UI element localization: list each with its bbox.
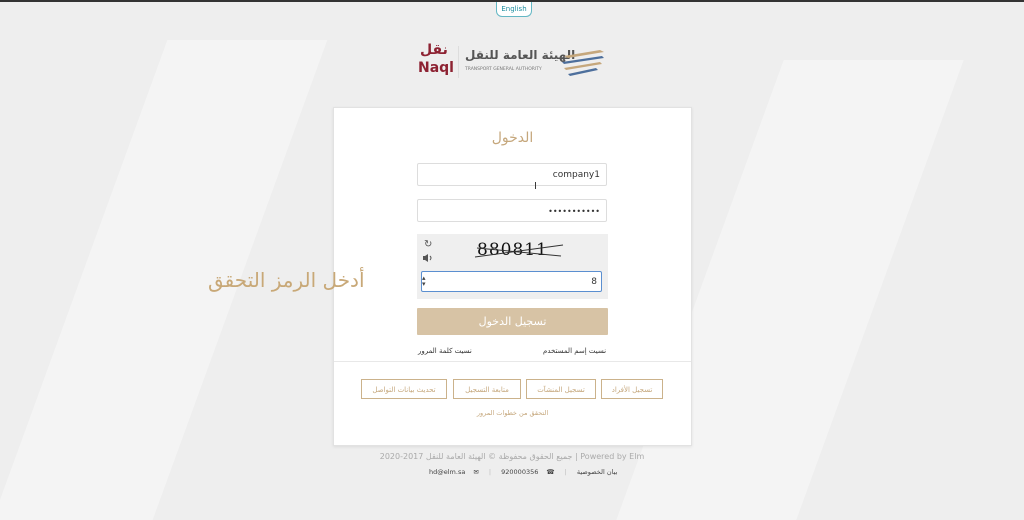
follow-up-registration-button[interactable]: متابعة التسجيل bbox=[453, 379, 521, 399]
naql-logo-english: Naql bbox=[418, 60, 454, 76]
captcha-hint-callout: أدخل الرمز التحقق bbox=[208, 268, 365, 292]
footer-separator: | bbox=[564, 468, 567, 476]
login-title: الدخول bbox=[491, 130, 534, 146]
verify-steps-link[interactable]: التحقق من خطوات المرور bbox=[334, 409, 691, 417]
forgot-password-link[interactable]: نسيت كلمة المرور bbox=[418, 347, 472, 355]
footer-separator: | bbox=[488, 468, 492, 476]
phone-icon: ☎ bbox=[546, 468, 555, 476]
logo-divider bbox=[458, 46, 459, 78]
password-input[interactable]: ••••••••••• bbox=[417, 199, 607, 222]
register-establishments-button[interactable]: تسجيل المنشآت bbox=[526, 379, 596, 399]
forgot-username-link[interactable]: نسيت إسم المستخدم bbox=[543, 347, 606, 355]
logo: نقل Naql الهيئة العامة للنقل TRANSPORT G… bbox=[418, 42, 608, 82]
privacy-link[interactable]: بيان الخصوصية bbox=[577, 468, 618, 476]
text-cursor-icon: I bbox=[534, 181, 537, 192]
login-button[interactable]: تسجيل الدخول bbox=[417, 308, 608, 335]
captcha-strike-lines bbox=[474, 244, 564, 258]
username-input[interactable]: company1 bbox=[417, 163, 607, 186]
email-text[interactable]: hd@elm.sa bbox=[429, 468, 465, 476]
refresh-captcha-icon[interactable]: ↻ bbox=[424, 239, 432, 250]
authority-emblem-icon bbox=[562, 50, 604, 76]
captcha-image: 880811 bbox=[467, 238, 577, 264]
footer-contacts: hd@elm.sa ✉ | 920000356 ☎ | بيان الخصوصية bbox=[425, 468, 621, 476]
phone-text: 920000356 bbox=[501, 468, 539, 476]
login-card: الدخول company1 I ••••••••••• ↻ 880811 8… bbox=[333, 107, 692, 446]
authority-name-arabic: الهيئة العامة للنقل bbox=[465, 48, 576, 62]
authority-name-english: TRANSPORT GENERAL AUTHORITY bbox=[465, 67, 542, 72]
captcha-input[interactable]: 8 bbox=[421, 271, 602, 292]
card-divider bbox=[334, 361, 691, 362]
stepper-arrows-icon[interactable]: ▴ ▾ bbox=[422, 275, 426, 288]
mail-icon: ✉ bbox=[473, 468, 479, 476]
language-toggle-button[interactable]: English bbox=[496, 2, 532, 17]
update-contact-info-button[interactable]: تحديث بيانات التواصل bbox=[361, 379, 447, 399]
naql-logo-arabic: نقل bbox=[420, 42, 448, 58]
register-individuals-button[interactable]: تسجيل الأفراد bbox=[601, 379, 663, 399]
captcha-container: ↻ 880811 8 ▴ ▾ bbox=[417, 234, 608, 299]
footer-copyright: جميع الحقوق محفوظة © الهيئة العامة للنقل… bbox=[379, 452, 645, 461]
audio-captcha-icon[interactable] bbox=[422, 253, 434, 263]
